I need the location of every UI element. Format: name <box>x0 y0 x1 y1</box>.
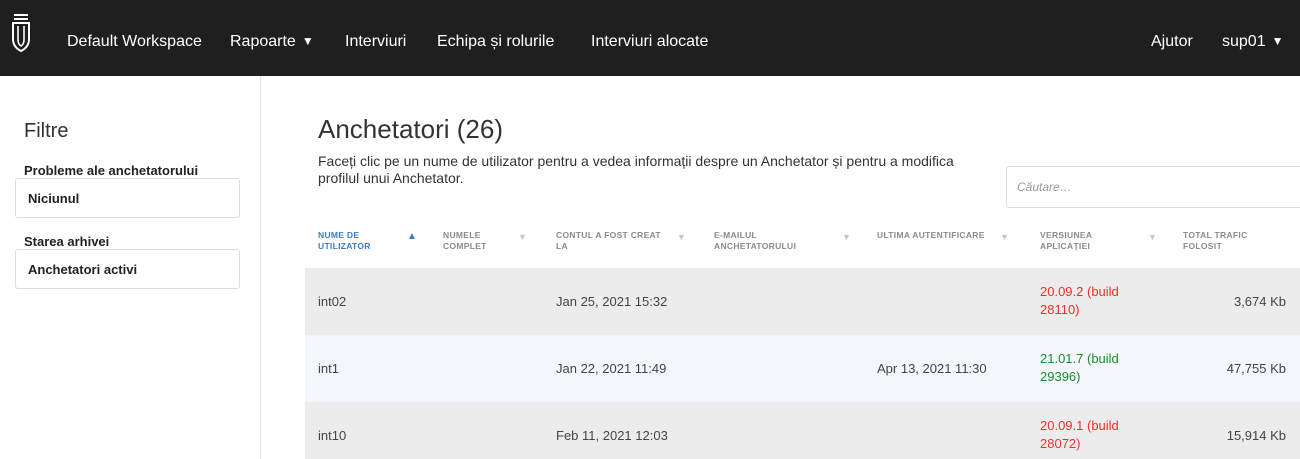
traffic-used: 3,674 Kb <box>1233 294 1286 309</box>
filter-archive-status-label: Starea arhivei <box>24 234 110 249</box>
app-version: 20.09.1 (build 28072) <box>1040 418 1119 451</box>
last-login: Apr 13, 2021 11:30 <box>877 361 987 376</box>
username-link[interactable]: int1 <box>318 361 339 376</box>
column-header-full-name[interactable]: NUMELE COMPLET <box>443 230 513 252</box>
traffic-used: 15,914 Kb <box>1226 428 1286 443</box>
chevron-down-icon[interactable]: ▼ <box>302 34 314 48</box>
logo-icon[interactable] <box>10 13 32 53</box>
column-header-email[interactable]: E-MAILUL ANCHETATORULUI <box>714 230 824 252</box>
nav-workspace[interactable]: Default Workspace <box>67 33 202 51</box>
nav-reports-label[interactable]: Rapoarte <box>230 33 296 50</box>
app-version: 20.09.2 (build 28110) <box>1040 284 1119 317</box>
nav-team[interactable]: Echipa și rolurile <box>437 33 554 51</box>
page-title: Anchetatori (26) <box>318 114 503 144</box>
app-version: 21.01.7 (build 29396) <box>1040 351 1119 384</box>
sort-desc-icon[interactable]: ▼ <box>677 232 686 242</box>
filter-archive-status-select[interactable]: Anchetatori activi <box>15 249 240 289</box>
filter-interviewer-problems-select[interactable]: Niciunul <box>15 178 240 218</box>
filter-interviewer-problems-label: Probleme ale anchetatorului <box>24 163 199 178</box>
sort-asc-icon[interactable]: ▲ <box>407 231 417 242</box>
sort-desc-icon[interactable]: ▼ <box>518 232 527 242</box>
nav-reports[interactable]: Rapoarte ▼ <box>230 33 314 51</box>
sort-desc-icon[interactable]: ▼ <box>1000 232 1009 242</box>
traffic-used: 47,755 Kb <box>1226 361 1286 376</box>
username-link[interactable]: int10 <box>318 428 346 443</box>
column-header-traffic[interactable]: TOTAL TRAFIC FOLOSIT <box>1183 230 1273 252</box>
column-header-app-version[interactable]: VERSIUNEA APLICAȚIEI <box>1040 230 1125 252</box>
nav-help[interactable]: Ajutor <box>1151 33 1193 51</box>
user-menu-label[interactable]: sup01 <box>1222 33 1266 50</box>
column-header-last-login[interactable]: ULTIMA AUTENTIFICARE <box>877 230 1007 241</box>
chevron-down-icon[interactable]: ▼ <box>1272 34 1284 48</box>
created-date: Feb 11, 2021 12:03 <box>556 428 668 443</box>
table-row: int1 Jan 22, 2021 11:49 Apr 13, 2021 11:… <box>305 335 1300 402</box>
column-header-created[interactable]: CONTUL A FOST CREAT LA <box>556 230 671 252</box>
nav-interviews[interactable]: Interviuri <box>345 33 406 51</box>
user-menu[interactable]: sup01 ▼ <box>1222 33 1283 51</box>
username-link[interactable]: int02 <box>318 294 346 309</box>
table-row: int10 Feb 11, 2021 12:03 20.09.1 (build … <box>305 402 1300 459</box>
sort-desc-icon[interactable]: ▼ <box>1148 232 1157 242</box>
top-navbar: Default Workspace Rapoarte ▼ Interviuri E… <box>0 0 1300 76</box>
column-header-username[interactable]: NUME DE UTILIZATOR <box>318 230 388 252</box>
created-date: Jan 22, 2021 11:49 <box>556 361 667 376</box>
filters-title: Filtre <box>24 120 69 142</box>
search-input[interactable]: Căutare… <box>1006 166 1300 208</box>
page-description: Faceți clic pe un nume de utilizator pen… <box>318 153 954 186</box>
created-date: Jan 25, 2021 15:32 <box>556 294 668 309</box>
filters-sidebar: Filtre Probleme ale anchetatorului Niciu… <box>0 76 261 459</box>
nav-assigned[interactable]: Interviuri alocate <box>591 33 708 51</box>
sort-desc-icon[interactable]: ▼ <box>842 232 851 242</box>
table-row: int02 Jan 25, 2021 15:32 20.09.2 (build … <box>305 268 1300 335</box>
